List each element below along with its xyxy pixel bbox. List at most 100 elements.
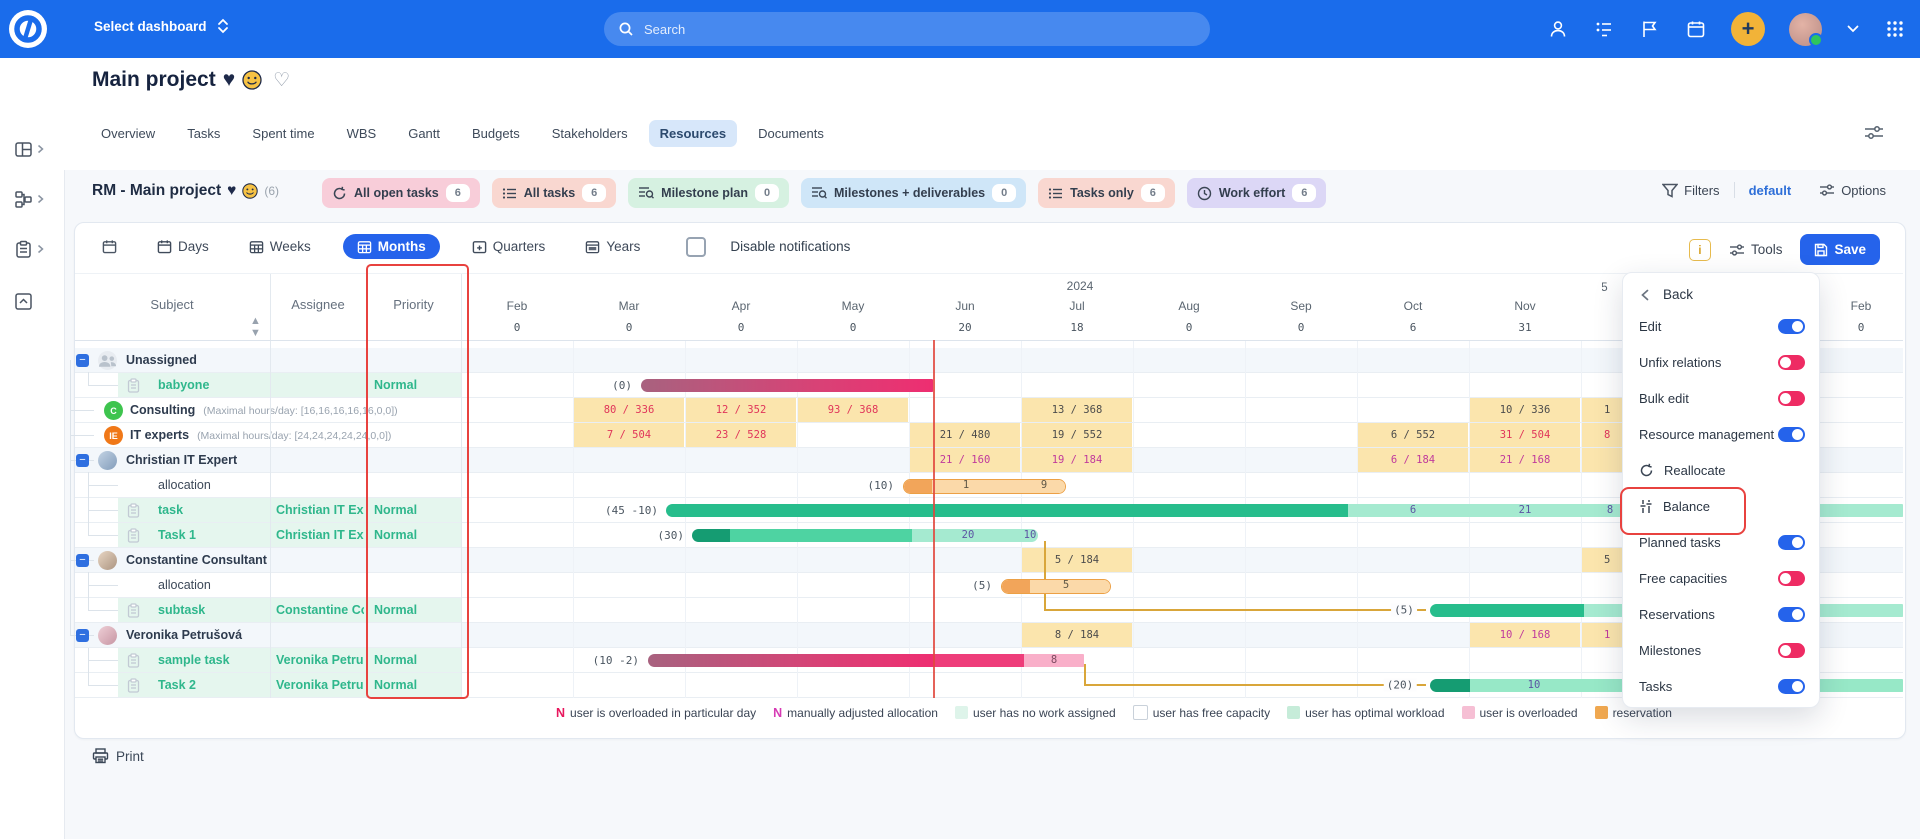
scale-days[interactable]: Days bbox=[149, 234, 217, 259]
search-input[interactable] bbox=[642, 21, 1166, 38]
dashboard-selector[interactable]: Select dashboard bbox=[94, 18, 229, 34]
toggle-bulk-edit[interactable] bbox=[1778, 391, 1805, 406]
options-button[interactable]: Options bbox=[1819, 183, 1886, 198]
subject-link[interactable]: sample task bbox=[158, 652, 230, 669]
capacity-cell[interactable]: 8 / 184 bbox=[1022, 623, 1132, 647]
collapse-button[interactable]: − bbox=[76, 629, 89, 642]
collapse-button[interactable]: − bbox=[76, 454, 89, 467]
subject-text[interactable]: Consulting(Maximal hours/day: [16,16,16,… bbox=[130, 402, 398, 420]
column-header-priority[interactable]: Priority bbox=[366, 297, 461, 312]
menu-item-resource-management[interactable]: Resource management bbox=[1623, 416, 1819, 452]
menu-item-unfix-relations[interactable]: Unfix relations bbox=[1623, 344, 1819, 380]
menu-item-tasks[interactable]: Tasks bbox=[1623, 668, 1819, 704]
tab-budgets[interactable]: Budgets bbox=[461, 120, 531, 147]
gantt-bar-allocation[interactable] bbox=[1001, 579, 1111, 594]
tools-button[interactable]: Tools bbox=[1729, 242, 1783, 257]
capacity-cell[interactable]: 7 / 504 bbox=[574, 423, 684, 447]
capacity-cell[interactable]: 10 / 336 bbox=[1470, 398, 1580, 422]
menu-item-reservations[interactable]: Reservations bbox=[1623, 596, 1819, 632]
filter-chip-all-open-tasks[interactable]: All open tasks6 bbox=[322, 178, 480, 208]
capacity-cell[interactable]: 6 / 184 bbox=[1358, 448, 1468, 472]
toggle-edit[interactable] bbox=[1778, 319, 1805, 334]
scale-quarters[interactable]: Quarters bbox=[464, 234, 554, 259]
toggle-milestones[interactable] bbox=[1778, 643, 1805, 658]
menu-item-free-capacities[interactable]: Free capacities bbox=[1623, 560, 1819, 596]
tab-documents[interactable]: Documents bbox=[747, 120, 835, 147]
scale-years[interactable]: Years bbox=[577, 234, 648, 259]
column-header-subject[interactable]: Subject bbox=[74, 297, 270, 312]
capacity-cell[interactable]: 21 / 168 bbox=[1470, 448, 1580, 472]
subject-text[interactable]: IT experts(Maximal hours/day: [24,24,24,… bbox=[130, 427, 391, 445]
create-new-button[interactable]: + bbox=[1731, 12, 1765, 46]
scale-weeks[interactable]: Weeks bbox=[241, 234, 319, 259]
capacity-cell[interactable]: 13 / 368 bbox=[1022, 398, 1132, 422]
app-logo-icon[interactable] bbox=[8, 9, 48, 49]
tab-stakeholders[interactable]: Stakeholders bbox=[541, 120, 639, 147]
menu-item-reallocate[interactable]: Reallocate bbox=[1623, 452, 1819, 488]
capacity-cell[interactable]: 80 / 336 bbox=[574, 398, 684, 422]
info-icon[interactable]: i bbox=[1689, 239, 1711, 261]
sidebar-item-collapse[interactable] bbox=[14, 286, 50, 316]
profile-icon[interactable] bbox=[1547, 18, 1569, 40]
capacity-cell[interactable]: 19 / 552 bbox=[1022, 423, 1132, 447]
subject-text[interactable]: Constantine Consultant bbox=[126, 552, 267, 569]
gantt-bar-sample-task[interactable] bbox=[648, 654, 1084, 667]
toggle-planned-tasks[interactable] bbox=[1778, 535, 1805, 550]
tab-gantt[interactable]: Gantt bbox=[397, 120, 451, 147]
toggle-reservations[interactable] bbox=[1778, 607, 1805, 622]
capacity-cell[interactable]: 10 / 168 bbox=[1470, 623, 1580, 647]
save-button[interactable]: Save bbox=[1800, 234, 1880, 265]
scale-months[interactable]: Months bbox=[343, 234, 440, 259]
subject-link[interactable]: Task 2 bbox=[158, 677, 196, 694]
capacity-cell[interactable]: 23 / 528 bbox=[686, 423, 796, 447]
sidebar-item-hierarchy[interactable] bbox=[14, 184, 50, 214]
disable-notifications-checkbox[interactable] bbox=[686, 237, 706, 257]
sidebar-item-dashboards[interactable] bbox=[14, 134, 50, 164]
apps-grid-icon[interactable] bbox=[1884, 18, 1906, 40]
capacity-cell[interactable]: 12 / 352 bbox=[686, 398, 796, 422]
calendar-picker-icon[interactable] bbox=[94, 234, 125, 259]
capacity-cell[interactable]: 6 / 552 bbox=[1358, 423, 1468, 447]
capacity-cell[interactable]: 93 / 368 bbox=[798, 398, 908, 422]
tab-wbs[interactable]: WBS bbox=[336, 120, 388, 147]
view-settings-icon[interactable] bbox=[1864, 124, 1884, 142]
print-button[interactable]: Print bbox=[92, 748, 144, 764]
my-tasks-icon[interactable] bbox=[1593, 18, 1615, 40]
collapse-button[interactable]: − bbox=[76, 354, 89, 367]
subject-text[interactable]: Veronika Petrušová bbox=[126, 627, 242, 644]
subject-text[interactable]: Unassigned bbox=[126, 352, 197, 369]
toggle-unfix-relations[interactable] bbox=[1778, 355, 1805, 370]
menu-item-edit[interactable]: Edit bbox=[1623, 308, 1819, 344]
gantt-bar-task-1[interactable] bbox=[692, 529, 1038, 542]
tab-tasks[interactable]: Tasks bbox=[176, 120, 231, 147]
column-header-assignee[interactable]: Assignee bbox=[270, 297, 366, 312]
filter-preset-default[interactable]: default bbox=[1749, 183, 1792, 198]
menu-item-bulk-edit[interactable]: Bulk edit bbox=[1623, 380, 1819, 416]
user-avatar[interactable] bbox=[1789, 13, 1822, 46]
menu-item-balance[interactable]: Balance bbox=[1623, 488, 1819, 524]
favorite-heart-icon[interactable]: ♡ bbox=[273, 69, 290, 92]
tab-spent-time[interactable]: Spent time bbox=[241, 120, 325, 147]
filter-chip-all-tasks[interactable]: All tasks6 bbox=[492, 178, 616, 208]
gantt-bar-babyone[interactable] bbox=[641, 379, 933, 392]
capacity-cell[interactable]: 21 / 160 bbox=[910, 448, 1020, 472]
toggle-tasks[interactable] bbox=[1778, 679, 1805, 694]
subject-link[interactable]: babyone bbox=[158, 377, 209, 394]
toggle-free-capacities[interactable] bbox=[1778, 571, 1805, 586]
filter-chip-milestone-plan[interactable]: Milestone plan0 bbox=[628, 178, 789, 208]
filter-chip-milestones-deliverables[interactable]: Milestones + deliverables0 bbox=[801, 178, 1026, 208]
subject-text[interactable]: Christian IT Expert bbox=[126, 452, 237, 469]
back-menu-item[interactable]: Back bbox=[1623, 273, 1819, 308]
sort-icon[interactable]: ▲▼ bbox=[250, 315, 261, 339]
capacity-cell[interactable]: 19 / 184 bbox=[1022, 448, 1132, 472]
subject-link[interactable]: Task 1 bbox=[158, 527, 196, 544]
filter-chip-work-effort[interactable]: Work effort6 bbox=[1187, 178, 1326, 208]
capacity-cell[interactable]: 21 / 480 bbox=[910, 423, 1020, 447]
subject-link[interactable]: subtask bbox=[158, 602, 205, 619]
collapse-button[interactable]: − bbox=[76, 554, 89, 567]
sidebar-item-tasks[interactable] bbox=[14, 234, 50, 264]
filters-button[interactable]: Filters bbox=[1662, 183, 1719, 198]
capacity-cell[interactable]: 31 / 504 bbox=[1470, 423, 1580, 447]
calendar-icon[interactable] bbox=[1685, 18, 1707, 40]
flag-icon[interactable] bbox=[1639, 18, 1661, 40]
